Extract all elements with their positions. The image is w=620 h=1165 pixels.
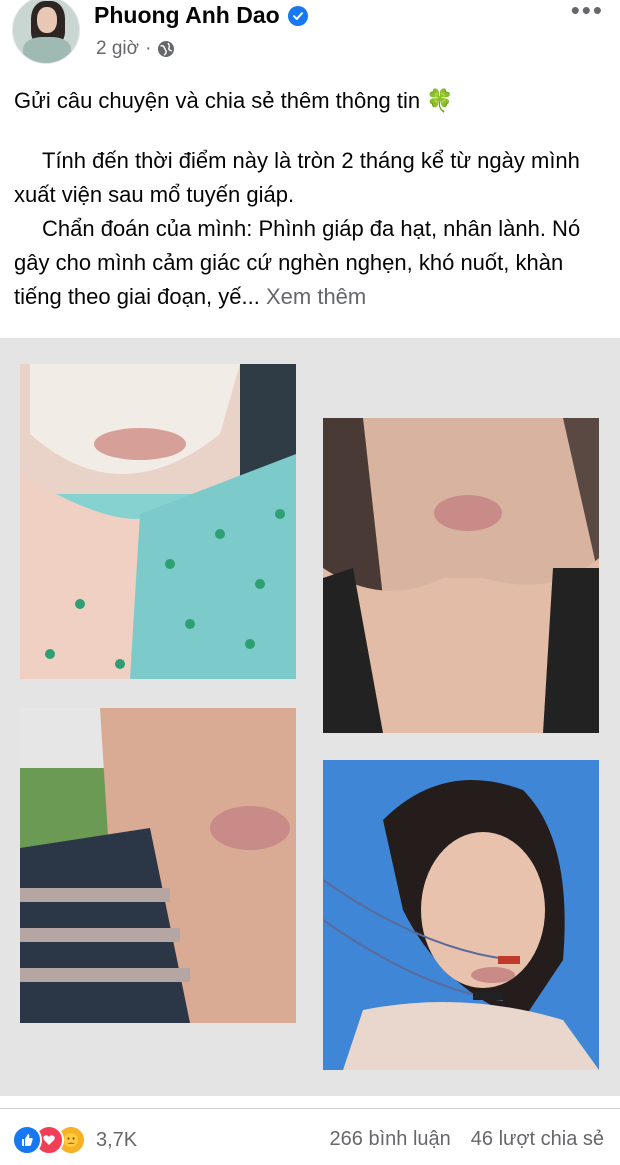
shares-count[interactable]: 46 lượt chia sẻ xyxy=(471,1128,604,1151)
post-paragraph-2-line: Chẩn đoán của mình: Phình giáp đa hạt, n… xyxy=(14,212,610,314)
post-body: Gửi câu chuyện và chia sẻ thêm thông tin… xyxy=(14,84,610,314)
four-leaf-clover-icon: 🍀 xyxy=(426,88,454,113)
globe-icon[interactable] xyxy=(157,40,175,58)
post-paragraph-1: Tính đến thời điểm này là tròn 2 tháng k… xyxy=(14,148,580,207)
avatar-face xyxy=(37,7,57,33)
see-more-link[interactable]: Xem thêm xyxy=(266,284,366,309)
author-avatar[interactable] xyxy=(12,0,80,64)
photo-hospital-gown[interactable] xyxy=(20,364,296,679)
author-name[interactable]: Phuong Anh Dao xyxy=(94,2,280,29)
meta-separator: · xyxy=(145,38,152,59)
reactions-summary[interactable]: 3,7K xyxy=(12,1125,137,1155)
post-title-line: Gửi câu chuyện và chia sẻ thêm thông tin… xyxy=(14,84,610,118)
like-icon xyxy=(12,1125,42,1155)
photo-outdoor-kiss-face[interactable] xyxy=(20,708,296,1023)
photo-collage xyxy=(0,338,620,1096)
reaction-count: 3,7K xyxy=(96,1128,138,1151)
author-name-row: Phuong Anh Dao xyxy=(94,2,308,29)
engagement-stats: 266 bình luận 46 lượt chia sẻ xyxy=(330,1128,604,1151)
comments-count[interactable]: 266 bình luận xyxy=(330,1128,451,1151)
post-time[interactable]: 2 giờ xyxy=(96,38,139,60)
post-title: Gửi câu chuyện và chia sẻ thêm thông tin xyxy=(14,88,421,113)
post-header: Phuong Anh Dao 2 giờ · ••• xyxy=(0,0,620,72)
post-meta: 2 giờ · xyxy=(96,38,175,60)
post-footer: 3,7K 266 bình luận 46 lượt chia sẻ xyxy=(0,1108,620,1165)
photo-neck-kiss-face[interactable] xyxy=(323,418,599,733)
avatar-body xyxy=(23,37,71,63)
more-options-icon[interactable]: ••• xyxy=(571,0,604,23)
photo-hospital-electrodes[interactable] xyxy=(323,760,599,1070)
verified-badge-icon xyxy=(287,5,308,26)
